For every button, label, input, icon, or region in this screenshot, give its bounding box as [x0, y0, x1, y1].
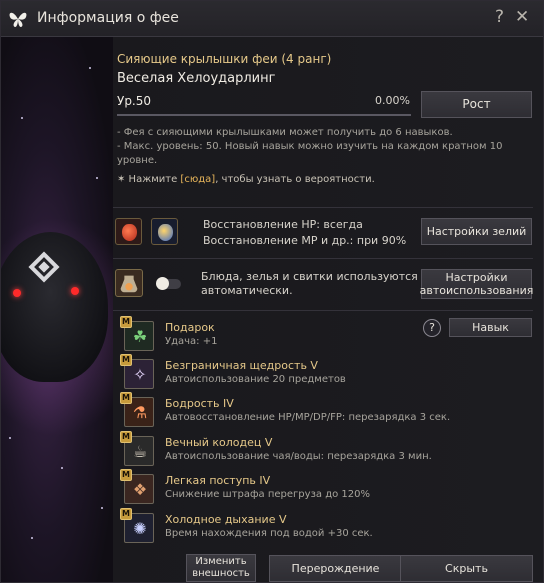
hp-recovery-text: Восстановление HP: всегда — [203, 218, 363, 231]
hp-potion-icon — [115, 218, 142, 245]
skill-desc: Снижение штрафа перегруза до 120% — [165, 489, 370, 500]
skill-item[interactable]: ☘ M Подарок Удача: +1 — [120, 316, 504, 359]
note-level: - Макс. уровень: 50. Новый навык можно и… — [117, 141, 503, 166]
exp-percent: 0.00% — [375, 94, 410, 107]
auto-use-text: Блюда, зелья и свитки используются автом… — [201, 270, 418, 297]
fairy-section-title: Сияющие крылышки феи (4 ранг) — [117, 52, 332, 66]
info-panel: Сияющие крылышки феи (4 ранг) Веселая Хе… — [113, 37, 543, 582]
star — [9, 437, 11, 439]
star — [21, 117, 23, 119]
close-button[interactable]: ✕ — [515, 7, 529, 27]
probability-hint: ✶ Нажмите [сюда], чтобы узнать о вероятн… — [117, 174, 375, 185]
star — [96, 177, 98, 179]
skill-badge: M — [120, 469, 132, 481]
rebirth-button[interactable]: Перерождение — [269, 555, 402, 582]
fairy-artwork — [1, 37, 113, 582]
star — [31, 537, 33, 539]
fairy-eye-right — [71, 287, 79, 295]
skill-desc: Автоиспользование 20 предметов — [165, 374, 346, 385]
divider — [113, 207, 533, 208]
divider — [113, 310, 533, 311]
skill-name: Легкая поступь IV — [165, 474, 271, 487]
skill-desc: Автоиспользование чая/воды: перезарядка … — [165, 451, 432, 462]
mp-potion-icon — [151, 218, 178, 245]
skill-item[interactable]: ☕ M Вечный колодец V Автоиспользование ч… — [120, 431, 504, 474]
skill-name: Подарок — [165, 321, 215, 334]
auto-use-icon — [115, 269, 143, 297]
change-appearance-button[interactable]: Изменить внешность — [186, 554, 256, 582]
butterfly-icon — [9, 12, 27, 27]
skill-name: Холодное дыхание V — [165, 513, 287, 526]
skill-desc: Автовосстановление HP/MP/DP/FP: перезаря… — [165, 412, 451, 423]
toggle-knob — [156, 277, 169, 290]
hint-prefix: ✶ Нажмите — [117, 174, 181, 185]
grow-button[interactable]: Рост — [421, 91, 532, 118]
auto-use-settings-button[interactable]: Настройки автоиспользования — [420, 269, 533, 299]
skill-name: Вечный колодец V — [165, 436, 273, 449]
mp-recovery-text: Восстановление MP и др.: при 90% — [203, 234, 407, 247]
potion-settings-button[interactable]: Настройки зелий — [421, 218, 532, 245]
skill-desc: Время нахождения под водой +30 сек. — [165, 528, 373, 539]
skill-item[interactable]: ✧ M Безграничная щедрость V Автоиспользо… — [120, 354, 504, 397]
skill-name: Бодрость IV — [165, 397, 234, 410]
auto-use-toggle[interactable] — [156, 277, 181, 290]
fairy-eye-left — [13, 289, 21, 297]
skill-item[interactable]: ❖ M Легкая поступь IV Снижение штрафа пе… — [120, 469, 504, 512]
exp-bar — [117, 114, 411, 116]
skill-badge: M — [120, 354, 132, 366]
star — [89, 67, 91, 69]
skill-item[interactable]: ✺ M Холодное дыхание V Время нахождения … — [120, 508, 504, 551]
skill-desc: Удача: +1 — [165, 336, 218, 347]
note-skills: - Фея с сияющими крылышками может получи… — [117, 127, 453, 138]
fairy-info-window: Информация о фее ? ✕ Сияющие крылышки фе… — [0, 0, 544, 583]
hint-suffix: , чтобы узнать о вероятности. — [215, 174, 375, 185]
title-bar[interactable]: Информация о фее ? ✕ — [1, 1, 543, 37]
fairy-silhouette — [1, 232, 108, 382]
star — [101, 507, 103, 509]
skill-badge: M — [120, 431, 132, 443]
fairy-level: Ур.50 — [117, 94, 152, 108]
skill-item[interactable]: ⚗ M Бодрость IV Автовосстановление HP/MP… — [120, 392, 504, 435]
divider — [113, 258, 533, 259]
skill-badge: M — [120, 392, 132, 404]
fairy-name: Веселая Хелоударлинг — [117, 71, 276, 86]
skill-badge: M — [120, 508, 132, 520]
help-button[interactable]: ? — [495, 7, 504, 27]
probability-link[interactable]: [сюда] — [180, 174, 215, 185]
skill-badge: M — [120, 316, 132, 328]
skill-name: Безграничная щедрость V — [165, 359, 318, 372]
window-title: Информация о фее — [37, 10, 179, 26]
hide-button[interactable]: Скрыть — [400, 555, 533, 582]
star — [61, 467, 63, 469]
